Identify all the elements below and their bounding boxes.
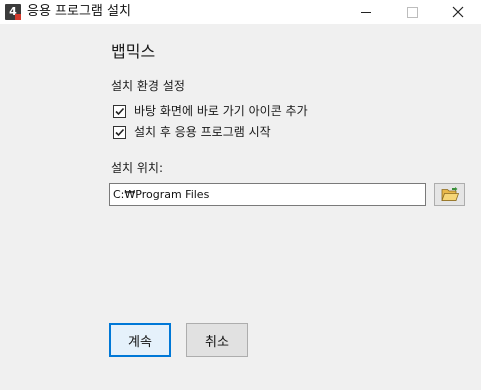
desktop-shortcut-checkbox[interactable] [113,104,126,118]
maximize-button[interactable] [389,0,435,24]
next-button[interactable]: 계속 [109,323,171,357]
launch-after-install-option[interactable]: 설치 후 응용 프로그램 시작 [113,124,271,140]
install-path-input[interactable] [109,183,426,206]
close-button[interactable] [435,0,481,24]
window-title: 응용 프로그램 설치 [27,4,131,19]
minimize-icon [361,11,371,13]
checkmark-icon [115,128,125,136]
launch-after-install-label: 설치 후 응용 프로그램 시작 [134,125,271,139]
app-logo-icon: 4 [5,4,21,20]
minimize-button[interactable] [343,0,389,24]
desktop-shortcut-option[interactable]: 바탕 화면에 바로 가기 아이콘 추가 [113,103,308,119]
folder-open-icon [440,187,459,201]
install-location-label: 설치 위치: [111,161,164,175]
checkmark-icon [115,107,125,115]
settings-section-label: 설치 환경 설정 [111,79,185,93]
launch-after-install-checkbox[interactable] [113,125,126,139]
title-bar: 4 응용 프로그램 설치 [0,0,481,24]
close-icon [452,6,464,18]
cancel-button[interactable]: 취소 [186,323,248,357]
browse-folder-button[interactable] [434,183,465,206]
app-name-heading: 뱁믹스 [111,42,156,61]
desktop-shortcut-label: 바탕 화면에 바로 가기 아이콘 추가 [134,104,308,118]
maximize-icon [406,6,418,18]
